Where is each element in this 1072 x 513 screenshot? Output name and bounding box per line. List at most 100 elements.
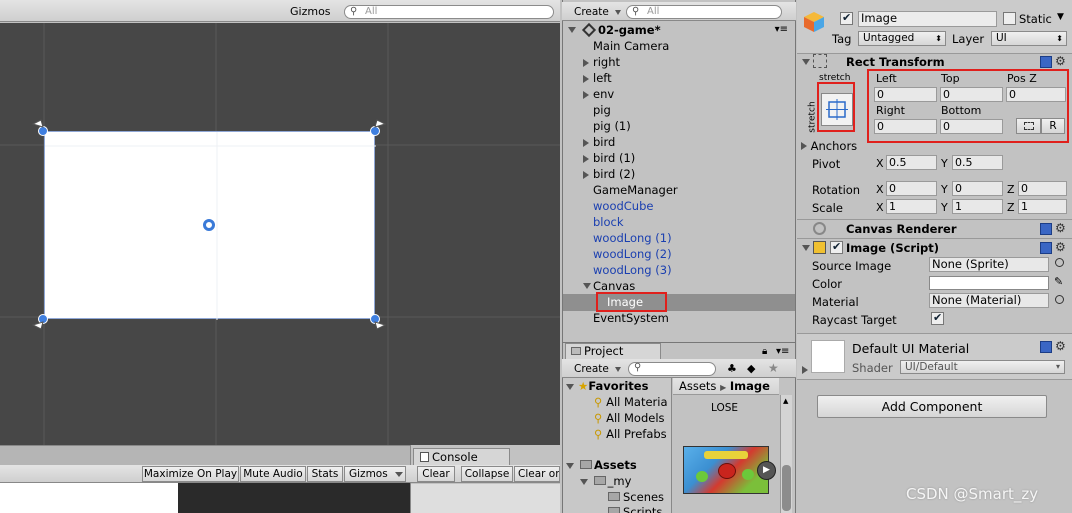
expand-arrow-icon[interactable] <box>802 364 808 377</box>
hierarchy-item[interactable]: GameManager <box>593 183 678 197</box>
scale-z-field[interactable]: 1 <box>1018 199 1067 214</box>
corner-handle-icon[interactable] <box>370 126 380 136</box>
hierarchy-item[interactable]: left <box>583 71 612 85</box>
canvas-renderer-header[interactable]: Canvas Renderer ⚙ <box>797 221 1072 238</box>
rect-transform-header[interactable]: Rect Transform ⚙ <box>797 54 1072 70</box>
expand-arrow-icon[interactable] <box>583 155 589 163</box>
menu-icon[interactable]: ▾≡ <box>775 22 788 38</box>
expand-arrow-icon[interactable] <box>802 59 810 65</box>
stats-button[interactable]: Stats <box>307 466 343 482</box>
filter-type-icon[interactable]: ♣ <box>727 362 737 375</box>
anchors-foldout[interactable]: Anchors <box>801 139 857 153</box>
expand-arrow-icon[interactable] <box>583 59 589 67</box>
scroll-thumb[interactable] <box>782 465 791 511</box>
hierarchy-item[interactable]: woodLong (3) <box>593 263 672 277</box>
layer-dropdown[interactable]: UI ⬍ <box>991 31 1067 46</box>
scene-gizmos-dropdown[interactable]: Gizmos <box>286 4 340 30</box>
hierarchy-item[interactable]: bird (2) <box>583 167 635 181</box>
expand-arrow-icon[interactable] <box>802 245 810 251</box>
expand-arrow-icon[interactable] <box>566 384 574 390</box>
asset-file-label[interactable]: LOSE <box>711 402 738 414</box>
fav-item[interactable]: ⚲ All Models <box>594 411 665 425</box>
object-picker-icon[interactable] <box>1055 295 1064 304</box>
expand-arrow-icon[interactable] <box>801 142 807 150</box>
object-name-field[interactable]: Image <box>858 11 997 27</box>
help-book-icon[interactable] <box>1040 341 1052 353</box>
raycast-target-checkbox[interactable] <box>931 311 944 325</box>
image-script-header[interactable]: Image (Script) ⚙ <box>797 240 1072 257</box>
corner-handle-icon[interactable] <box>370 314 380 324</box>
play-icon[interactable]: ▶ <box>757 461 776 480</box>
console-clear-on-play-button[interactable]: Clear or <box>514 466 560 482</box>
active-checkbox[interactable] <box>840 11 853 25</box>
pivot-x-field[interactable]: 0.5 <box>886 155 937 170</box>
project-create-dropdown[interactable]: Create <box>570 362 622 377</box>
expand-arrow-icon[interactable] <box>568 27 576 33</box>
scene-canvas[interactable] <box>0 23 560 445</box>
source-image-field[interactable]: None (Sprite) <box>929 257 1049 272</box>
scene-search-input[interactable]: ⚲ All <box>344 5 554 19</box>
project-search-input[interactable]: ⚲ <box>628 362 716 376</box>
object-picker-icon[interactable] <box>1055 258 1064 267</box>
console-clear-button[interactable]: Clear <box>417 466 455 482</box>
rot-z-field[interactable]: 0 <box>1018 181 1067 196</box>
help-book-icon[interactable] <box>1040 223 1052 235</box>
asset-folder-row[interactable]: Scenes <box>608 490 664 504</box>
hierarchy-item[interactable]: env <box>583 87 614 101</box>
console-collapse-button[interactable]: Collapse <box>461 466 513 482</box>
hierarchy-create-dropdown[interactable]: Create <box>570 5 622 20</box>
scroll-up-icon[interactable]: ▲ <box>783 397 788 405</box>
gear-icon[interactable]: ⚙ <box>1055 339 1066 353</box>
static-checkbox[interactable] <box>1003 12 1016 25</box>
image-enabled-checkbox[interactable] <box>830 240 843 254</box>
expand-arrow-icon[interactable] <box>583 75 589 83</box>
material-field[interactable]: None (Material) <box>929 293 1049 308</box>
tag-dropdown[interactable]: Untagged ⬍ <box>858 31 946 46</box>
maximize-on-play-button[interactable]: Maximize On Play <box>142 466 239 482</box>
game-gizmos-button[interactable]: Gizmos <box>344 466 406 482</box>
rot-y-field[interactable]: 0 <box>952 181 1003 196</box>
static-dropdown-icon[interactable]: ▼ <box>1057 12 1064 22</box>
hierarchy-item[interactable]: pig <box>593 103 611 117</box>
hierarchy-item[interactable]: pig (1) <box>593 119 631 133</box>
asset-folder-row[interactable]: _my <box>580 474 631 488</box>
hierarchy-item[interactable]: woodCube <box>593 199 653 213</box>
add-component-button[interactable]: Add Component <box>817 395 1047 418</box>
hierarchy-item[interactable]: Main Camera <box>593 39 669 53</box>
corner-handle-icon[interactable] <box>38 126 48 136</box>
gear-icon[interactable]: ⚙ <box>1055 240 1066 254</box>
mute-audio-button[interactable]: Mute Audio <box>240 466 306 482</box>
help-book-icon[interactable] <box>1040 242 1052 254</box>
expand-arrow-icon[interactable] <box>580 479 588 485</box>
lock-icon[interactable]: 🔒︎ <box>762 346 767 357</box>
expand-arrow-icon[interactable] <box>583 139 589 147</box>
hierarchy-item[interactable]: woodLong (1) <box>593 231 672 245</box>
assets-row[interactable]: Assets <box>566 458 637 472</box>
project-scrollbar[interactable]: ▲ <box>780 395 792 513</box>
hierarchy-search-input[interactable]: ⚲ All <box>626 5 782 19</box>
asset-folder-row[interactable]: Scripts <box>608 505 662 513</box>
scale-y-field[interactable]: 1 <box>952 199 1003 214</box>
hierarchy-item[interactable]: bird <box>583 135 615 149</box>
expand-arrow-icon[interactable] <box>583 171 589 179</box>
fav-item[interactable]: ⚲ All Materia <box>594 395 668 409</box>
gear-icon[interactable]: ⚙ <box>1055 221 1066 235</box>
filter-label-icon[interactable]: ◆ <box>747 362 755 375</box>
scale-x-field[interactable]: 1 <box>886 199 937 214</box>
tab-project[interactable]: Project <box>565 343 661 360</box>
hierarchy-item[interactable]: woodLong (2) <box>593 247 672 261</box>
expand-arrow-icon[interactable] <box>583 283 591 289</box>
expand-arrow-icon[interactable] <box>566 463 574 469</box>
fav-item[interactable]: ⚲ All Prefabs <box>594 427 667 441</box>
expand-arrow-icon[interactable] <box>583 91 589 99</box>
eyedropper-icon[interactable]: ✎ <box>1054 275 1063 288</box>
hierarchy-item[interactable]: Canvas <box>583 279 635 293</box>
hierarchy-item[interactable]: bird (1) <box>583 151 635 165</box>
corner-handle-icon[interactable] <box>38 314 48 324</box>
favorites-row[interactable]: ★Favorites <box>566 379 648 393</box>
help-book-icon[interactable] <box>1040 56 1052 68</box>
shader-dropdown[interactable]: UI/Default ▾ <box>900 360 1065 374</box>
pivot-handle-icon[interactable] <box>203 219 215 231</box>
hierarchy-item[interactable]: block <box>593 215 624 229</box>
gear-icon[interactable]: ⚙ <box>1055 54 1066 68</box>
